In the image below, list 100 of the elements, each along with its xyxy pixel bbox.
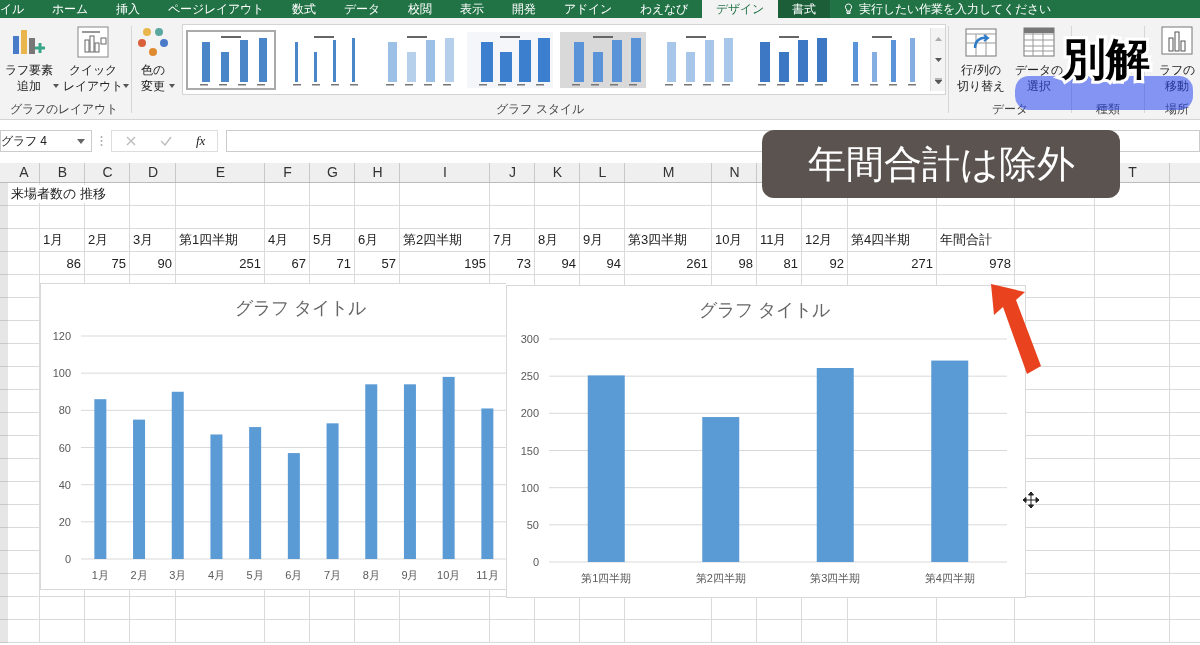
table-cell: 第2四半期 [403,231,463,249]
row-header[interactable] [0,321,8,344]
ribbon-tab[interactable]: データ [330,0,394,18]
ribbon-button[interactable]: 行/列の 切り替え [954,24,1008,96]
chart-style-thumbnail[interactable] [465,29,555,90]
column-header[interactable]: M [662,163,675,182]
ribbon-tab[interactable]: 書式 [778,0,830,18]
table-cell: 92 [829,255,844,271]
row-header[interactable] [0,344,8,367]
table-cell: 57 [381,255,396,271]
caret-down-icon [934,57,942,62]
ribbon-tab[interactable]: アドイン [550,0,626,18]
column-header[interactable]: D [147,163,159,182]
row-header[interactable] [0,459,8,482]
row-header[interactable] [0,505,8,528]
column-header[interactable]: T [1128,163,1137,182]
column-header[interactable]: A [19,163,29,182]
more-styles-button[interactable] [931,70,945,91]
row-header[interactable] [0,275,8,298]
ribbon-tab[interactable]: 数式 [278,0,330,18]
table-cell: 71 [336,255,351,271]
table-cell: 12月 [805,231,833,249]
row-header[interactable] [0,528,8,551]
row-header[interactable] [0,367,8,390]
axis-label: 8月 [362,569,380,581]
column-header[interactable]: F [283,163,292,182]
check-icon[interactable] [160,136,172,146]
insert-function-button[interactable]: fx [196,133,206,149]
table-cell: 261 [686,255,708,271]
ribbon-tab[interactable]: ページレイアウト [154,0,278,18]
drag-handle-icon[interactable] [100,135,103,147]
ribbon-tab[interactable]: 表示 [446,0,498,18]
table-cell: 67 [291,255,306,271]
row-header[interactable] [0,436,8,459]
table-cell: 75 [111,255,126,271]
ribbon-button[interactable]: クイック レイアウト [60,24,126,96]
axis-label: 第2四半期 [695,572,746,584]
chart-panel[interactable]: グラフ タイトル 0 50 100 150 200 250 300 第1四半期 第2四半期 第3四半期 第4四半期 [506,285,1026,598]
column-header[interactable]: E [215,163,226,182]
table-cell: 第1四半期 [179,231,239,249]
column-header[interactable]: G [327,163,338,182]
row-header[interactable] [0,390,8,413]
axis-label: 150 [520,444,539,457]
ribbon-tab[interactable]: 校閲 [394,0,446,18]
table-cell: 3月 [133,231,154,249]
axis-label: 200 [520,407,539,420]
row-header[interactable] [0,482,8,505]
table-cell: 73 [516,255,531,271]
ribbon-tab[interactable]: 開発 [498,0,550,18]
ribbon-tab[interactable]: 挿入 [102,0,154,18]
table-cell: 978 [989,255,1011,271]
cancel-icon[interactable] [126,136,136,146]
ribbon-button[interactable]: ラフ要素 追加 [2,24,56,96]
move-cursor-icon [1022,491,1040,509]
tell-me-field[interactable]: 実行したい作業を入力してください [859,2,1159,16]
column-header[interactable]: K [552,163,563,182]
ribbon-tab[interactable]: わえなび [626,0,702,18]
row-header[interactable] [0,597,8,620]
name-box[interactable]: グラフ 4 [0,130,92,152]
row-header[interactable] [0,413,8,436]
column-header[interactable]: H [372,163,383,182]
row-header[interactable] [0,229,8,252]
axis-label: 0 [64,553,71,565]
chart-panel[interactable]: グラフ タイトル 0 20 40 60 80 100 120 1月 2月 3月 4月 5月 6月 7月 8月 9月 10月 11月 [40,283,506,590]
row-header[interactable] [0,574,8,597]
row-header[interactable] [0,620,8,643]
column-header[interactable]: I [443,163,447,182]
column-header[interactable]: J [509,163,516,182]
move-chart-button[interactable]: ラフの 移動 [1156,24,1198,96]
column-header[interactable]: N [729,163,740,182]
row-header[interactable] [0,206,8,229]
column-header[interactable]: L [598,163,607,182]
axis-label: 2月 [130,569,148,581]
axis-label: 1月 [91,569,109,581]
chart-style-thumbnail[interactable] [186,29,276,90]
axis-label: 80 [58,404,71,417]
group-label: グラフのレイアウト [10,101,118,118]
axis-label: 11月 [476,569,499,581]
axis-label: 4月 [207,569,225,581]
column-header[interactable]: B [57,163,68,182]
axis-label: 9月 [401,569,419,581]
axis-label: 3月 [169,569,187,581]
chart-style-thumbnail[interactable] [558,29,648,90]
ribbon-tab[interactable]: デザイン [702,0,778,18]
ribbon-tab[interactable]: ホーム [38,0,102,18]
change-colors-button[interactable]: 色の 変更 [134,24,172,96]
table-cell: 10月 [715,231,743,249]
axis-label: 300 [520,333,539,345]
axis-label: 100 [520,481,539,494]
table-cell: 8月 [538,231,559,249]
column-header[interactable]: C [102,163,113,182]
video-caption: 別解 [1062,33,1150,85]
row-header[interactable] [0,183,8,206]
row-header[interactable] [0,252,8,275]
ribbon-tab[interactable]: イル [0,0,38,18]
axis-label: 40 [58,478,71,491]
axis-label: 50 [526,518,539,531]
row-header[interactable] [0,298,8,321]
table-icon [1023,26,1055,58]
row-header[interactable] [0,551,8,574]
